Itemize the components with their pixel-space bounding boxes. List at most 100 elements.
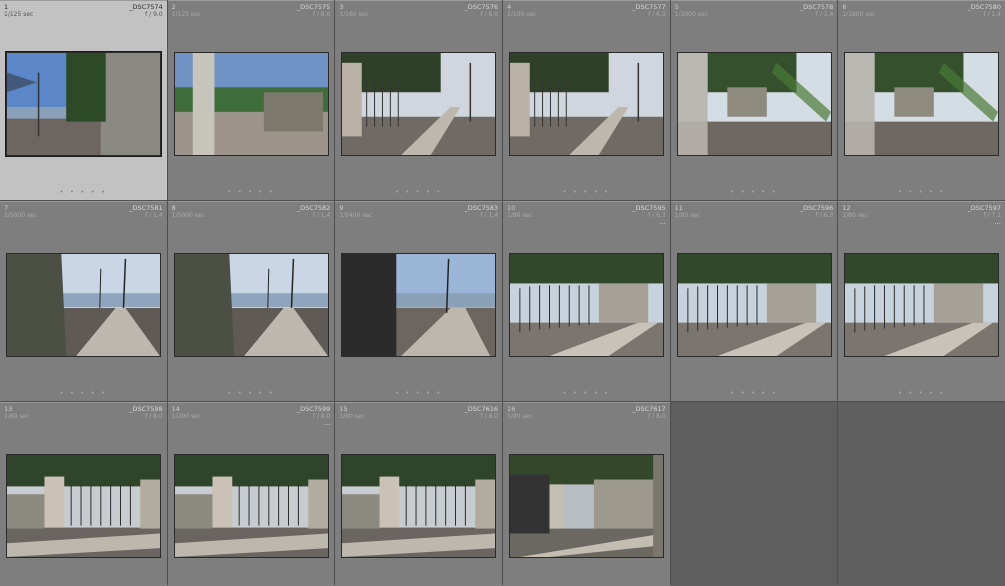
cell-metadata: 5 1/3000 sec _DSC7578 f / 1,4 [675,3,834,21]
cell-filename: _DSC7581 [129,204,163,212]
photo-thumbnail[interactable] [173,454,329,558]
cell-index: 4 [507,3,512,11]
thumbnail-cell[interactable]: 5 1/3000 sec _DSC7578 f / 1,4 • • • • • [670,0,838,200]
cell-metadata: 2 1/125 sec _DSC7575 f / 8,0 [172,3,331,21]
thumbnail-cell[interactable]: 11 1/80 sec _DSC7596 f / 6,3 • • • • • [670,201,838,401]
photo-thumbnail[interactable] [341,454,497,558]
thumbnail-cell[interactable]: 9 1/6400 sec _DSC7583 f / 1,4 • • • • • [335,201,502,401]
photo-thumbnail[interactable] [844,52,1000,156]
cell-aperture: f / 1,4 [145,212,163,219]
rating-dots[interactable]: • • • • • [335,389,502,397]
cell-shutter-speed: 1/5000 sec [4,212,38,219]
cell-metadata: 6 1/1600 sec _DSC7580 f / 1,4 [842,3,1001,21]
cell-aperture: f / 8,0 [145,413,163,420]
rating-dots[interactable]: • • • • • [0,188,167,196]
thumbnail-cell[interactable]: 3 1/160 sec _DSC7576 f / 8,0 • • • • • [335,0,502,200]
cell-metadata: 11 1/80 sec _DSC7596 f / 6,3 [675,204,834,222]
photo-thumbnail[interactable] [676,52,832,156]
photo-thumbnail[interactable] [676,253,832,357]
rating-dots[interactable]: • • • • • [503,188,670,196]
photo-thumbnail[interactable] [6,253,161,357]
cell-index: 3 [339,3,344,11]
rating-dots[interactable]: • • • • • [503,389,670,397]
rating-dots[interactable]: • • • • • [335,188,502,196]
cell-shutter-speed: 1/1600 sec [842,11,876,18]
cell-aperture: f / 6,3 [815,212,834,219]
cell-aperture: f / 8,0 [480,11,499,18]
thumbnail-cell[interactable]: 1 1/125 sec _DSC7574 f / 9,0 • • • • • [0,0,167,200]
cell-metadata: 7 1/5000 sec _DSC7581 f / 1,4 [4,204,163,222]
thumbnail-cell[interactable]: 6 1/1600 sec _DSC7580 f / 1,4 • • • • • [838,0,1005,200]
cell-aperture: f / 1,4 [983,11,1002,18]
photo-thumbnail[interactable] [173,253,329,357]
thumbnail-cell[interactable]: 14 1/200 sec _DSC7599 f / 8,0 ··· [167,402,335,586]
photo-thumbnail[interactable] [509,253,664,357]
cell-index: 15 [339,405,348,413]
cell-metadata: 10 1/80 sec _DSC7595 f / 6,3 [507,204,666,222]
thumbnail-cell[interactable]: 10 1/80 sec _DSC7595 f / 6,3 ··· • • • • • [503,201,670,401]
photo-thumbnail[interactable] [6,454,161,558]
cell-shutter-speed: 1/100 sec [507,11,537,18]
cell-metadata: 14 1/200 sec _DSC7599 f / 8,0 [172,405,331,423]
rating-dots[interactable]: • • • • • [671,389,838,397]
cell-aperture: f / 8,0 [648,413,666,420]
cell-aperture: f / 9,0 [145,11,163,18]
cell-metadata: 8 1/5000 sec _DSC7582 f / 1,4 [172,204,331,222]
cell-shutter-speed: 1/5000 sec [171,212,205,219]
rating-dots[interactable]: • • • • • [168,389,335,397]
metadata-badge-icon[interactable]: ··· [994,220,1001,228]
cell-filename: _DSC7597 [967,204,1001,212]
cell-index: 10 [507,204,516,212]
photo-thumbnail[interactable] [341,52,497,156]
photo-thumbnail[interactable] [844,253,1000,357]
photo-thumbnail[interactable] [509,454,664,558]
cell-filename: _DSC7577 [632,3,666,11]
photo-thumbnail[interactable] [6,52,161,156]
cell-filename: _DSC7576 [464,3,498,11]
thumbnail-cell[interactable]: 7 1/5000 sec _DSC7581 f / 1,4 • • • • • [0,201,167,401]
cell-filename: _DSC7598 [129,405,163,413]
cell-aperture: f / 1,4 [312,212,331,219]
photo-thumbnail[interactable] [173,52,329,156]
cell-index: 9 [339,204,344,212]
cell-index: 7 [4,204,9,212]
cell-filename: _DSC7578 [799,3,834,11]
metadata-badge-icon[interactable]: ··· [659,220,666,228]
metadata-badge-icon[interactable]: ··· [324,421,331,429]
cell-metadata: 4 1/100 sec _DSC7577 f / 6,3 [507,3,666,21]
thumbnail-cell[interactable]: 8 1/5000 sec _DSC7582 f / 1,4 • • • • • [167,201,335,401]
cell-shutter-speed: 1/200 sec [171,413,201,420]
photo-thumbnail[interactable] [509,52,664,156]
cell-shutter-speed: 1/160 sec [339,11,369,18]
cell-shutter-speed: 1/125 sec [171,11,201,18]
cell-index: 8 [171,204,176,212]
thumbnail-cell[interactable]: 2 1/125 sec _DSC7575 f / 8,0 • • • • • [167,0,335,200]
cell-shutter-speed: 1/80 sec [507,212,533,219]
cell-filename: _DSC7599 [296,405,331,413]
cell-filename: _DSC7616 [464,405,498,413]
thumbnail-cell[interactable]: 16 1/80 sec _DSC7617 f / 8,0 [503,402,670,586]
cell-filename: _DSC7617 [632,405,666,413]
rating-dots[interactable]: • • • • • [0,389,167,397]
rating-dots[interactable]: • • • • • [838,389,1005,397]
photo-thumbnail[interactable] [341,253,497,357]
cell-shutter-speed: 1/80 sec [339,413,365,420]
cell-metadata: 3 1/160 sec _DSC7576 f / 8,0 [339,3,498,21]
cell-index: 11 [674,204,683,212]
rating-dots[interactable]: • • • • • [168,188,335,196]
rating-dots[interactable]: • • • • • [838,188,1005,196]
thumbnail-cell[interactable]: 15 1/80 sec _DSC7616 f / 8,0 [335,402,502,586]
cell-aperture: f / 8,0 [312,11,331,18]
cell-shutter-speed: 1/80 sec [507,413,533,420]
rating-dots[interactable]: • • • • • [671,188,838,196]
cell-shutter-speed: 1/80 sec [674,212,701,219]
thumbnail-cell[interactable]: 4 1/100 sec _DSC7577 f / 6,3 • • • • • [503,0,670,200]
cell-metadata: 12 1/80 sec _DSC7597 f / 7,1 [842,204,1001,222]
cell-metadata: 16 1/80 sec _DSC7617 f / 8,0 [507,405,666,423]
thumbnail-cell[interactable]: 12 1/80 sec _DSC7597 f / 7,1 ··· • • • • • [838,201,1005,401]
thumbnail-cell[interactable]: 13 1/80 sec _DSC7598 f / 8,0 [0,402,167,586]
thumbnail-grid: 1 1/125 sec _DSC7574 f / 9,0 • • • • • 2 1/125… [0,0,1005,586]
cell-filename: _DSC7595 [632,204,666,212]
cell-filename: _DSC7582 [296,204,331,212]
cell-shutter-speed: 1/6400 sec [339,212,373,219]
